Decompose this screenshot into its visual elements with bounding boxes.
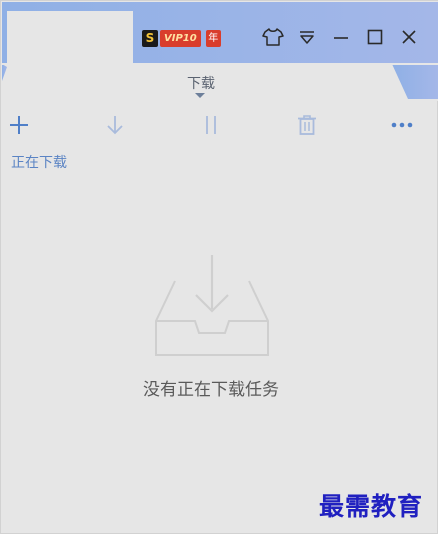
chevron-down-icon: [195, 93, 205, 98]
minimize-icon: [334, 37, 348, 39]
vip-badge[interactable]: S VIP10 年: [142, 29, 221, 47]
close-button[interactable]: [396, 25, 422, 49]
downloading-section-title: 正在下载: [11, 154, 67, 170]
skin-button[interactable]: [260, 25, 286, 49]
pause-icon: [206, 116, 216, 134]
start-download-button[interactable]: [100, 111, 130, 139]
maximize-icon: [367, 29, 383, 45]
watermark: 最需教育: [319, 492, 424, 521]
vip-s-mark: S: [142, 29, 158, 47]
more-button[interactable]: [387, 111, 417, 139]
delete-button[interactable]: [292, 111, 322, 139]
pause-button[interactable]: [196, 111, 226, 139]
close-icon: [402, 30, 416, 44]
add-icon: [10, 116, 28, 134]
download-window: S VIP10 年 下载 正在下载 没有正在下载任务 最需教育: [0, 0, 438, 534]
menu-button[interactable]: [294, 25, 320, 49]
delete-icon: [298, 115, 316, 135]
minimize-button[interactable]: [328, 25, 354, 49]
vip-year-label: 年: [205, 29, 221, 47]
empty-state-message: 没有正在下载任务: [143, 380, 279, 399]
menu-icon: [300, 31, 314, 44]
window-header: S VIP10 年 下载: [1, 1, 438, 101]
empty-inbox-icon: [155, 255, 269, 356]
vip-level-label: VIP10: [160, 29, 201, 47]
maximize-button[interactable]: [362, 25, 388, 49]
skin-icon: [262, 28, 284, 46]
tab-download[interactable]: 下载: [177, 73, 225, 93]
more-icon: [391, 122, 413, 128]
download-icon: [107, 116, 123, 135]
active-tab-panel: [7, 11, 133, 67]
add-task-button[interactable]: [4, 111, 34, 139]
